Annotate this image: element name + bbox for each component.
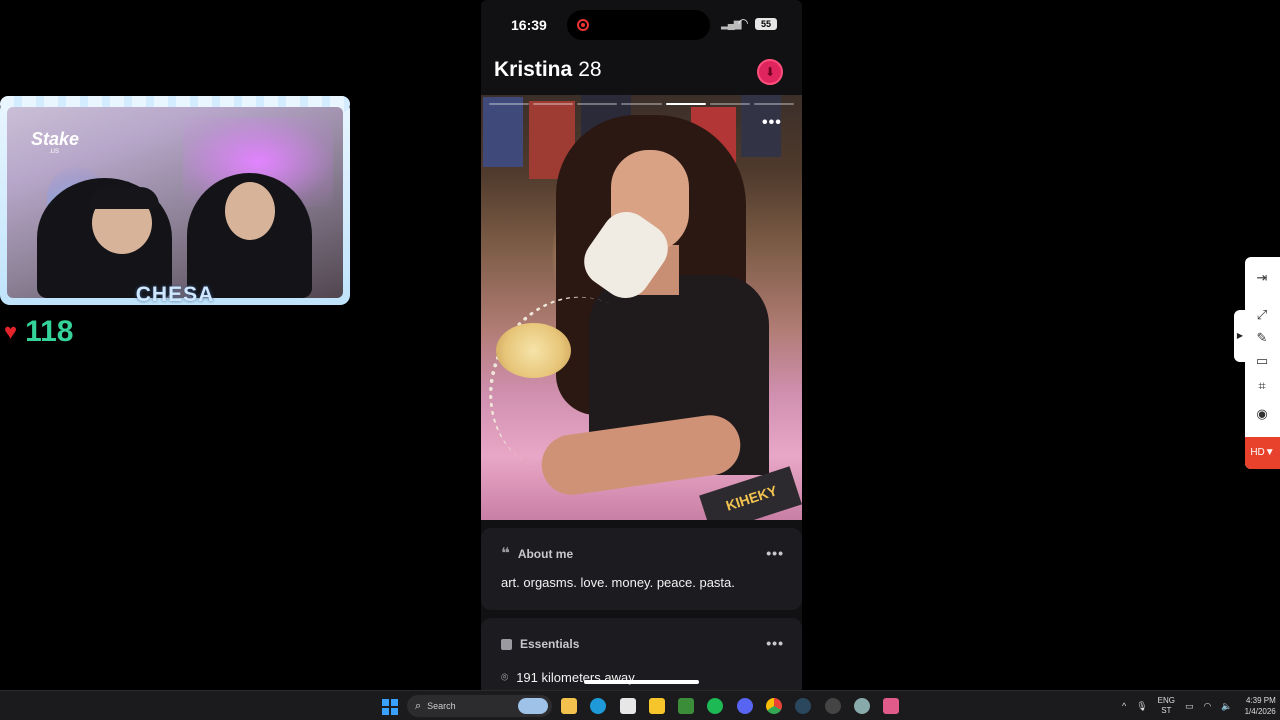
windows-start-icon[interactable] xyxy=(382,699,398,715)
popcorn-bowl xyxy=(496,323,571,378)
photo-progress-segment[interactable] xyxy=(665,103,706,105)
spotify-icon[interactable] xyxy=(707,698,723,714)
hd-quality-button[interactable]: HD▼ xyxy=(1245,437,1280,469)
streamer-name: CHESA xyxy=(135,283,215,306)
settings-icon[interactable] xyxy=(854,698,870,714)
recording-icon xyxy=(577,19,589,31)
photo-progress-segment[interactable] xyxy=(489,103,530,105)
record-icon[interactable]: ◉ xyxy=(1253,405,1271,423)
file-explorer-icon[interactable] xyxy=(561,698,577,714)
home-indicator[interactable] xyxy=(584,680,699,684)
arrow-down-icon: ⬇ xyxy=(764,65,776,79)
like-count: 118 xyxy=(25,315,74,348)
battery-icon: 55 xyxy=(755,18,777,30)
volume-icon[interactable]: 🔈 xyxy=(1221,701,1232,712)
microphone-icon[interactable]: 🎙 xyxy=(1136,701,1147,712)
profile-name: Kristina xyxy=(494,58,573,81)
webcam-frame: Stake .US xyxy=(0,96,350,305)
window-icon[interactable]: ▭ xyxy=(1253,352,1271,370)
store-icon[interactable] xyxy=(620,698,636,714)
stake-logo-sub: .US xyxy=(49,149,60,155)
photo-progress-segment[interactable] xyxy=(753,103,794,105)
webcam-video: Stake .US xyxy=(7,107,343,298)
about-header: ❝ About me xyxy=(501,545,574,562)
language-indicator[interactable]: ENG ST xyxy=(1158,696,1175,716)
stake-logo: Stake xyxy=(31,129,80,149)
profile-photo[interactable]: KIHEKY ••• xyxy=(481,95,802,520)
phone-mirror-app-icon[interactable] xyxy=(883,698,899,714)
status-bar: 16:39 ▂▄▆ ◠ 55 xyxy=(481,0,802,48)
photo-progress-bars xyxy=(489,103,794,105)
phone-mirror: 16:39 ▂▄▆ ◠ 55 Kristina 28 ⬇ KIHEKY ••• … xyxy=(481,0,802,690)
display-icon[interactable]: ▭ xyxy=(1185,701,1194,712)
caret-right-icon: ▶ xyxy=(1236,331,1244,340)
quote-icon: ❝ xyxy=(501,545,510,562)
webcam-overlay: Stake .US CHESA xyxy=(0,96,350,306)
chevron-up-icon[interactable]: ^ xyxy=(1122,701,1126,711)
screen: Stake .US CHESA ♥ 118 16:39 ▂▄▆ ◠ 55 Kri… xyxy=(0,0,1280,720)
essentials-title: Essentials xyxy=(520,637,580,651)
about-title: About me xyxy=(517,547,574,561)
dynamic-island xyxy=(567,10,710,40)
heart-icon: ♥ xyxy=(4,319,18,344)
exit-icon[interactable]: ⇥ xyxy=(1253,269,1271,287)
obs-icon[interactable] xyxy=(825,698,841,714)
search-icon: ⌕ xyxy=(415,699,422,712)
cap xyxy=(89,187,159,209)
steam-icon[interactable] xyxy=(795,698,811,714)
photo-more-icon[interactable]: ••• xyxy=(762,114,782,132)
photo-progress-segment[interactable] xyxy=(533,103,574,105)
photo-progress-segment[interactable] xyxy=(709,103,750,105)
discord-icon[interactable] xyxy=(737,698,753,714)
essentials-more-icon[interactable]: ••• xyxy=(766,635,784,651)
collapse-profile-button[interactable]: ⬇ xyxy=(757,59,783,85)
system-tray: ^ 🎙 ENG ST ▭ ◠ 🔈 4:39 PM 1/4/2026 xyxy=(1122,691,1276,720)
taskbar-clock[interactable]: 4:39 PM 1/4/2026 xyxy=(1245,695,1276,717)
photo-progress-segment[interactable] xyxy=(621,103,662,105)
search-highlight-image xyxy=(518,698,548,714)
minecraft-icon[interactable] xyxy=(678,698,694,714)
status-time: 16:39 xyxy=(511,17,547,33)
wifi-tray-icon[interactable]: ◠ xyxy=(1204,701,1212,712)
essentials-header: Essentials xyxy=(501,637,579,651)
expand-icon[interactable]: ⤢ xyxy=(1253,306,1271,324)
search-label: Search xyxy=(427,701,456,711)
wifi-icon: ◠ xyxy=(738,16,749,30)
edge-icon[interactable] xyxy=(590,698,606,714)
taskbar-search[interactable]: ⌕ Search xyxy=(407,695,552,717)
id-card-icon xyxy=(501,638,512,650)
pen-icon[interactable]: ✎ xyxy=(1253,329,1271,347)
profile-age: 28 xyxy=(578,58,602,81)
notes-app-icon[interactable] xyxy=(649,698,665,714)
side-toolbar: ⇥ ⤢ ✎ ▭ ⌗ ◉ HD▼ xyxy=(1245,257,1280,469)
photo-progress-segment[interactable] xyxy=(577,103,618,105)
about-more-icon[interactable]: ••• xyxy=(766,545,784,561)
location-pin-icon: ⌾ xyxy=(501,670,509,684)
crop-icon[interactable]: ⌗ xyxy=(1253,377,1271,395)
taskbar: ⌕ Search ^ 🎙 ENG ST ▭ ◠ 🔈 4:39 PM 1/4/20… xyxy=(0,690,1280,720)
profile-header: Kristina 28 xyxy=(494,58,602,82)
bio-text: art. orgasms. love. money. peace. pasta. xyxy=(501,575,735,590)
chrome-icon[interactable] xyxy=(766,698,782,714)
about-card: ❝ About me ••• art. orgasms. love. money… xyxy=(481,528,802,610)
like-counter: ♥ 118 xyxy=(4,315,73,349)
